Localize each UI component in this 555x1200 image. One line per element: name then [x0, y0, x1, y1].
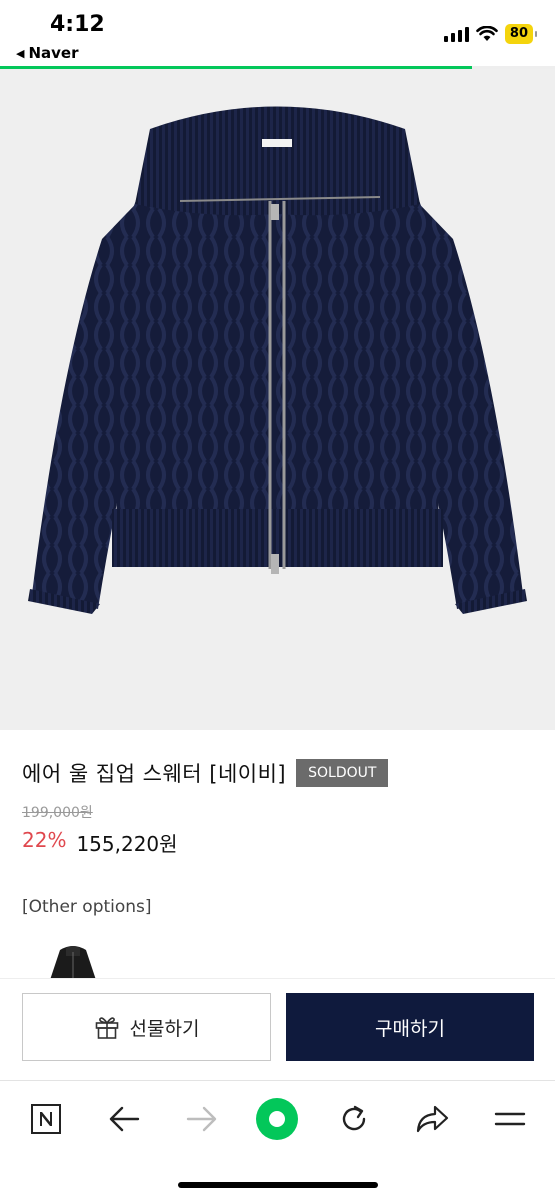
status-indicators: 80: [443, 24, 538, 44]
green-dot-icon: [256, 1098, 298, 1140]
back-arrow-icon: [109, 1106, 140, 1132]
sale-price: 155,220원: [76, 832, 178, 856]
discount-rate: 22%: [22, 828, 67, 852]
refresh-button[interactable]: [332, 1099, 376, 1139]
green-dot-button[interactable]: [255, 1098, 299, 1140]
home-indicator: [178, 1182, 378, 1188]
share-button[interactable]: [410, 1099, 454, 1139]
buy-button[interactable]: 구매하기: [286, 993, 534, 1061]
product-image[interactable]: [0, 69, 555, 730]
other-options-label: [Other options]: [22, 897, 152, 917]
status-bar: 4:12 ◀ Naver 80: [0, 0, 555, 66]
navy-sweater-illustration: [28, 106, 527, 614]
wifi-icon: [476, 26, 498, 41]
browser-toolbar: [0, 1080, 555, 1200]
product-title: 에어 울 집업 스웨터 [네이비]: [22, 762, 287, 786]
back-app-label: Naver: [28, 44, 79, 62]
black-sweater-thumbnail-icon: [50, 946, 96, 980]
original-price: 199,000원: [22, 805, 93, 821]
product-info: 에어 울 집업 스웨터 [네이비] SOLDOUT 199,000원 22% 1…: [22, 758, 542, 917]
menu-icon: [494, 1112, 526, 1126]
gift-button[interactable]: 선물하기: [22, 993, 271, 1061]
back-button[interactable]: [102, 1099, 146, 1139]
gift-icon: [95, 1017, 118, 1039]
purchase-action-bar: 선물하기 구매하기: [0, 978, 555, 1076]
refresh-icon: [342, 1105, 366, 1131]
forward-button[interactable]: [180, 1099, 224, 1139]
share-icon: [416, 1105, 449, 1133]
soldout-badge: SOLDOUT: [296, 759, 389, 787]
price-row: 22% 155,220원: [22, 828, 542, 857]
gift-button-label: 선물하기: [129, 1017, 200, 1040]
back-triangle-icon: ◀: [16, 46, 25, 60]
battery-indicator: 80: [504, 24, 538, 44]
status-time: 4:12: [50, 12, 105, 37]
option-thumbnail-black-sweater[interactable]: [46, 942, 100, 980]
buy-button-label: 구매하기: [375, 1017, 445, 1040]
menu-button[interactable]: [488, 1099, 532, 1139]
back-to-app-link[interactable]: ◀ Naver: [16, 44, 79, 62]
product-title-row: 에어 울 집업 스웨터 [네이비] SOLDOUT: [22, 758, 542, 788]
forward-arrow-icon: [186, 1106, 217, 1132]
cellular-signal-icon: [443, 26, 469, 42]
naver-n-icon: [31, 1104, 61, 1134]
naver-home-button[interactable]: [24, 1099, 68, 1139]
